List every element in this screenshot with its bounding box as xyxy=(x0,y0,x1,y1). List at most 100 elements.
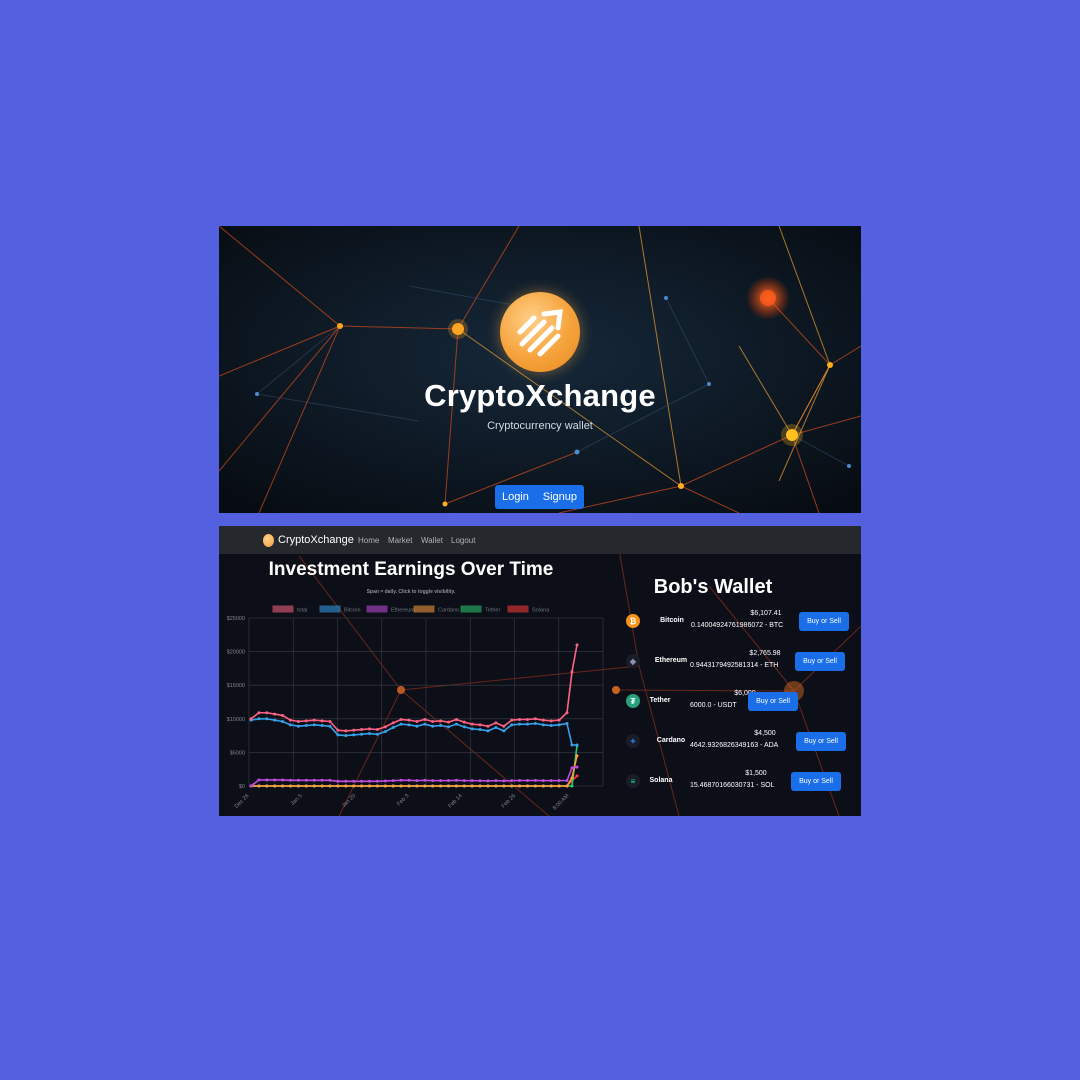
data-point-bitcoin xyxy=(375,732,379,736)
data-point-cardano xyxy=(257,784,261,788)
data-point-ethereum xyxy=(273,778,277,782)
data-point-total xyxy=(273,712,277,716)
data-point-cardano xyxy=(533,784,537,788)
x-tick-label: Feb 26 xyxy=(501,793,517,809)
data-point-cardano xyxy=(344,784,348,788)
series-line-total xyxy=(250,644,578,732)
data-point-ethereum xyxy=(533,778,537,782)
wallet-row-tether: ₮ Tether $6,000 6000.0 - USDT Buy or Sell xyxy=(624,688,854,726)
data-point-cardano xyxy=(423,784,427,788)
y-tick-label: $0 xyxy=(239,784,245,790)
data-point-bitcoin xyxy=(565,722,569,726)
data-point-ethereum xyxy=(328,778,332,782)
buy-or-sell-button[interactable]: Buy or Sell xyxy=(795,652,845,671)
data-point-cardano xyxy=(407,784,411,788)
data-point-bitcoin xyxy=(447,725,450,729)
data-point-ethereum xyxy=(447,779,450,783)
wallet-row-bitcoin: ₿ Bitcoin $6,107.41 0.14004924761986072 - B… xyxy=(624,608,854,646)
data-point-ethereum xyxy=(383,779,387,783)
nav-link-logout[interactable]: Logout xyxy=(451,536,475,545)
data-point-ethereum xyxy=(296,778,300,782)
data-point-ethereum xyxy=(494,779,498,783)
data-point-bitcoin xyxy=(462,725,466,729)
navbar-brand[interactable]: CryptoXchange xyxy=(278,534,354,546)
signup-button[interactable]: Signup xyxy=(543,491,577,503)
data-point-cardano xyxy=(549,784,553,788)
coin-amount: 4642.9326826349163 - ADA xyxy=(690,742,779,749)
data-point-total xyxy=(415,719,419,723)
data-point-cardano xyxy=(304,784,308,788)
coin-name: Solana xyxy=(649,777,673,784)
data-point-ethereum xyxy=(375,779,379,783)
data-point-ethereum xyxy=(312,778,316,782)
data-point-ethereum xyxy=(431,779,435,783)
data-point-ethereum xyxy=(549,779,553,783)
data-point-total xyxy=(383,725,387,729)
data-point-bitcoin xyxy=(502,729,506,733)
data-point-total xyxy=(462,720,466,724)
data-point-bitcoin xyxy=(415,724,419,728)
x-tick-label: Dec 26 xyxy=(234,793,251,810)
earnings-chart: total Bitcoin Ethereum Cardano Tether Solana $… xyxy=(227,605,604,812)
data-point-total xyxy=(470,722,474,726)
data-point-cardano xyxy=(478,784,482,788)
data-point-bitcoin xyxy=(439,724,443,728)
x-tick-label: Jan 20 xyxy=(341,793,357,809)
legend-label: Bitcoin xyxy=(344,608,361,614)
x-tick-label: Feb 3 xyxy=(396,793,410,807)
legend-label: Solana xyxy=(532,608,550,614)
legend-label: Cardano xyxy=(438,608,459,614)
navbar: CryptoXchange Home Market Wallet Logout xyxy=(219,526,861,554)
coin-amount: 6000.0 - USDT xyxy=(690,702,737,709)
data-point-bitcoin xyxy=(470,727,474,731)
data-point-cardano xyxy=(265,784,269,788)
data-point-total xyxy=(304,719,308,723)
coin-name: Tether xyxy=(649,697,671,704)
data-point-bitcoin xyxy=(533,722,537,726)
data-point-cardano xyxy=(518,784,522,788)
data-point-ethereum xyxy=(249,784,253,788)
data-point-cardano xyxy=(462,784,466,788)
data-point-ethereum xyxy=(439,779,443,783)
data-point-total xyxy=(557,718,561,722)
data-point-cardano xyxy=(383,784,387,788)
data-point-bitcoin xyxy=(510,723,514,727)
legend-label: Ethereum xyxy=(391,608,415,614)
data-point-solana xyxy=(575,774,579,778)
nav-link-wallet[interactable]: Wallet xyxy=(421,536,443,545)
data-point-total xyxy=(423,717,427,721)
data-point-total xyxy=(510,718,514,722)
buy-or-sell-button[interactable]: Buy or Sell xyxy=(791,772,841,791)
data-point-bitcoin xyxy=(478,728,482,732)
data-point-total xyxy=(399,717,403,721)
legend-label: Tether xyxy=(485,608,500,614)
data-point-ethereum xyxy=(320,778,324,782)
nav-link-market[interactable]: Market xyxy=(388,536,412,545)
data-point-ethereum xyxy=(360,779,364,783)
data-point-total xyxy=(249,717,253,721)
login-button[interactable]: Login xyxy=(502,491,529,503)
data-point-cardano xyxy=(399,784,403,788)
chart-title: Investment Earnings Over Time xyxy=(268,559,554,580)
buy-or-sell-button[interactable]: Buy or Sell xyxy=(796,732,846,751)
data-point-cardano xyxy=(391,784,395,788)
data-point-total xyxy=(549,719,553,723)
data-point-bitcoin xyxy=(304,724,308,728)
data-point-ethereum xyxy=(502,779,506,783)
data-point-cardano xyxy=(289,784,292,788)
buy-or-sell-button[interactable]: Buy or Sell xyxy=(799,612,849,631)
data-point-bitcoin xyxy=(257,717,261,721)
data-point-ethereum xyxy=(289,778,292,782)
x-tick-label: Feb 14 xyxy=(447,793,463,809)
legend-label: total xyxy=(297,608,307,614)
wallet-row-cardano: ✦ Cardano $4,500 4642.9326826349163 - ADA Bu… xyxy=(624,728,854,766)
data-point-total xyxy=(265,711,269,715)
data-point-bitcoin xyxy=(273,718,277,722)
data-point-cardano xyxy=(312,784,316,788)
data-point-total xyxy=(281,713,285,717)
nav-link-home[interactable]: Home xyxy=(358,536,379,545)
y-tick-label: $5000 xyxy=(230,750,245,756)
buy-or-sell-button[interactable]: Buy or Sell xyxy=(748,692,798,711)
data-point-cardano xyxy=(470,784,474,788)
data-point-bitcoin xyxy=(344,734,348,738)
